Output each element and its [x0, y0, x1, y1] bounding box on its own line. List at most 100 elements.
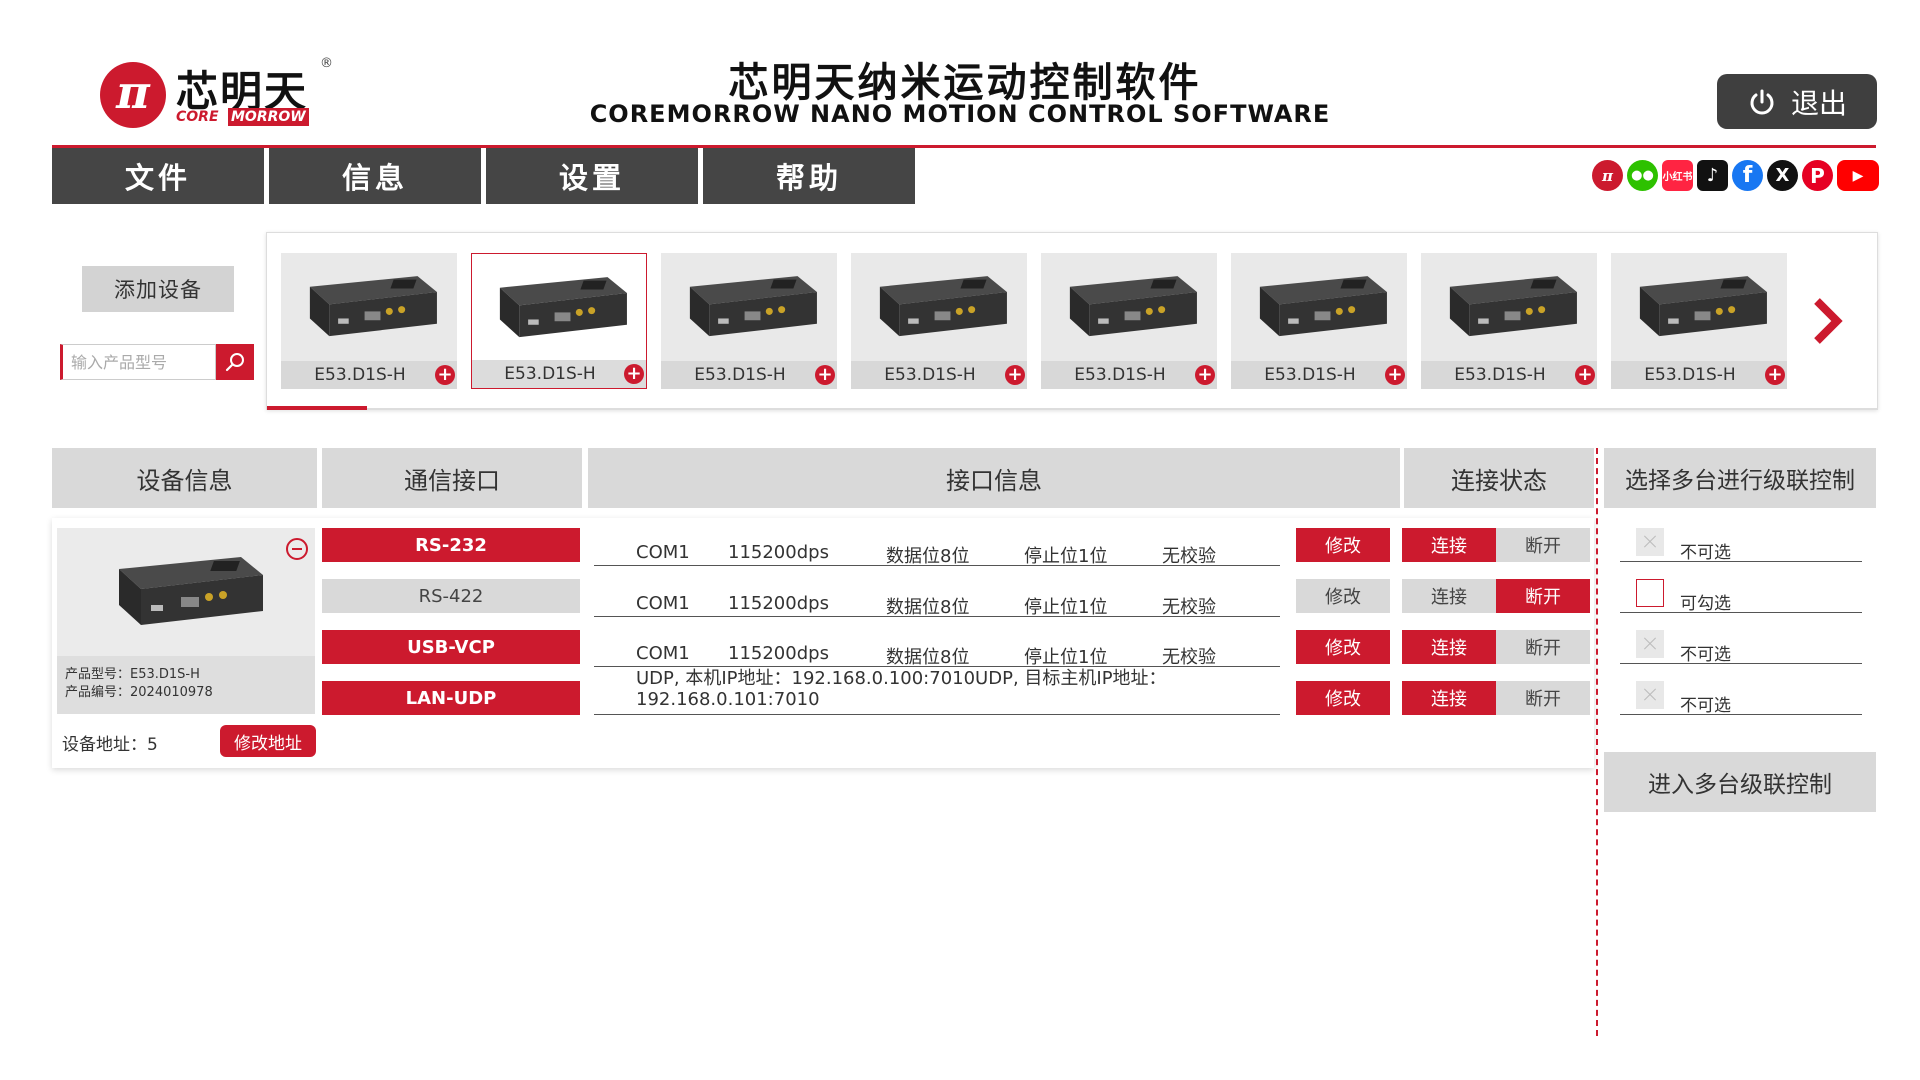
- device-card[interactable]: E53.D1S-H +: [1611, 253, 1787, 389]
- add-icon[interactable]: +: [815, 365, 835, 385]
- social-links: π ●● 小红书 ♪ f X P ▶: [1592, 160, 1879, 191]
- interface-info-row: COM1 115200dps 数据位8位 停止位1位 无校验: [594, 522, 1280, 567]
- modify-button[interactable]: 修改: [1296, 528, 1390, 562]
- device-serial: 产品编号：2024010978: [65, 685, 213, 700]
- device-card[interactable]: E53.D1S-H +: [1231, 253, 1407, 389]
- disconnect-button[interactable]: 断开: [1496, 528, 1590, 562]
- wechat-icon[interactable]: ●●: [1627, 160, 1658, 191]
- disconnect-button[interactable]: 断开: [1496, 579, 1590, 613]
- lan-udp-info: UDP, 本机IP地址：192.168.0.100:7010UDP, 目标主机I…: [636, 668, 1167, 710]
- device-meta: 产品型号：E53.D1S-H 产品编号：2024010978: [57, 656, 315, 714]
- device-image: [57, 528, 315, 656]
- add-device-button[interactable]: 添加设备: [82, 266, 234, 312]
- menu-file[interactable]: 文件: [52, 148, 264, 204]
- device-image: [1421, 253, 1597, 361]
- device-model-label: E53.D1S-H: [1231, 361, 1407, 389]
- device-card[interactable]: E53.D1S-H +: [281, 253, 457, 389]
- search-icon: [225, 353, 244, 372]
- device-image: [1231, 253, 1407, 361]
- cascade-option: 不可选: [1620, 671, 1862, 716]
- search-button[interactable]: [216, 344, 254, 380]
- device-model-label: E53.D1S-H: [851, 361, 1027, 389]
- device-carousel: E53.D1S-H + E53.D1S-H + E53.D1S-H + E53.D1S-H +…: [266, 232, 1878, 410]
- connect-button[interactable]: 连接: [1402, 579, 1496, 613]
- search-input[interactable]: [60, 344, 216, 380]
- x-icon[interactable]: X: [1767, 160, 1798, 191]
- cascade-option: 可勾选: [1620, 569, 1862, 614]
- device-model-label: E53.D1S-H: [472, 360, 646, 388]
- interface-info-row: COM1 115200dps 数据位8位 停止位1位 无校验: [594, 573, 1280, 618]
- power-icon: [1750, 89, 1774, 114]
- add-icon[interactable]: +: [1765, 365, 1785, 385]
- device-image: [661, 253, 837, 361]
- device-image: [472, 254, 646, 362]
- header-device-info: 设备信息: [52, 448, 317, 508]
- menu-help[interactable]: 帮助: [703, 148, 915, 204]
- modify-address-button[interactable]: 修改地址: [220, 725, 316, 757]
- checkbox[interactable]: [1636, 579, 1664, 607]
- add-icon[interactable]: +: [1575, 365, 1595, 385]
- device-model-label: E53.D1S-H: [661, 361, 837, 389]
- checkbox-disabled: [1636, 630, 1664, 658]
- add-icon[interactable]: +: [435, 365, 455, 385]
- device-address-label: 设备地址：5: [62, 735, 158, 755]
- connect-button[interactable]: 连接: [1402, 681, 1496, 715]
- device-model: 产品型号：E53.D1S-H: [65, 667, 200, 682]
- device-card[interactable]: E53.D1S-H +: [1421, 253, 1597, 389]
- device-card[interactable]: E53.D1S-H +: [661, 253, 837, 389]
- interface-rs232[interactable]: RS-232: [322, 528, 580, 562]
- header-interface-info: 接口信息: [588, 448, 1400, 508]
- checkbox-disabled: [1636, 528, 1664, 556]
- cascade-header: 选择多台进行级联控制: [1604, 448, 1876, 508]
- xiaohongshu-icon[interactable]: 小红书: [1662, 160, 1693, 191]
- exit-label: 退出: [1790, 86, 1847, 120]
- enter-cascade-button[interactable]: 进入多台级联控制: [1604, 752, 1876, 812]
- add-icon[interactable]: +: [1005, 365, 1025, 385]
- device-model-label: E53.D1S-H: [1421, 361, 1597, 389]
- header-conn-status: 连接状态: [1404, 448, 1594, 508]
- menu-info[interactable]: 信息: [269, 148, 481, 204]
- section-divider: [1596, 448, 1598, 1036]
- menu-settings[interactable]: 设置: [486, 148, 698, 204]
- device-image: [1611, 253, 1787, 361]
- connect-button[interactable]: 连接: [1402, 528, 1496, 562]
- interface-lan-udp[interactable]: LAN-UDP: [322, 681, 580, 715]
- device-image: [1041, 253, 1217, 361]
- device-model-label: E53.D1S-H: [1041, 361, 1217, 389]
- add-icon[interactable]: +: [1195, 365, 1215, 385]
- interface-info-row: COM1 115200dps 数据位8位 停止位1位 无校验: [594, 623, 1280, 668]
- device-card-detail: 产品型号：E53.D1S-H 产品编号：2024010978: [57, 528, 315, 714]
- carousel-indicator: [267, 406, 367, 410]
- coremorrow-icon[interactable]: π: [1592, 160, 1623, 191]
- cascade-option: 不可选: [1620, 518, 1862, 563]
- youtube-icon[interactable]: ▶: [1837, 160, 1879, 191]
- chevron-right-icon[interactable]: [1807, 293, 1847, 349]
- device-card[interactable]: E53.D1S-H +: [471, 253, 647, 389]
- disconnect-button[interactable]: 断开: [1496, 681, 1590, 715]
- device-card[interactable]: E53.D1S-H +: [1041, 253, 1217, 389]
- device-image: [851, 253, 1027, 361]
- device-model-label: E53.D1S-H: [1611, 361, 1787, 389]
- header-comm-interface: 通信接口: [322, 448, 582, 508]
- add-icon[interactable]: +: [624, 364, 644, 384]
- cascade-option: 不可选: [1620, 620, 1862, 665]
- device-model-label: E53.D1S-H: [281, 361, 457, 389]
- modify-button[interactable]: 修改: [1296, 681, 1390, 715]
- device-image: [281, 253, 457, 361]
- device-card[interactable]: E53.D1S-H +: [851, 253, 1027, 389]
- pinterest-icon[interactable]: P: [1802, 160, 1833, 191]
- remove-device-icon[interactable]: [286, 538, 308, 560]
- connect-button[interactable]: 连接: [1402, 630, 1496, 664]
- interface-rs422[interactable]: RS-422: [322, 579, 580, 613]
- add-icon[interactable]: +: [1385, 365, 1405, 385]
- modify-button[interactable]: 修改: [1296, 630, 1390, 664]
- exit-button[interactable]: 退出: [1717, 74, 1877, 129]
- checkbox-disabled: [1636, 681, 1664, 709]
- interface-usb-vcp[interactable]: USB-VCP: [322, 630, 580, 664]
- douyin-icon[interactable]: ♪: [1697, 160, 1728, 191]
- disconnect-button[interactable]: 断开: [1496, 630, 1590, 664]
- product-search: [60, 344, 254, 380]
- app-title-en: COREMORROW NANO MOTION CONTROL SOFTWARE: [589, 100, 1331, 128]
- modify-button[interactable]: 修改: [1296, 579, 1390, 613]
- facebook-icon[interactable]: f: [1732, 160, 1763, 191]
